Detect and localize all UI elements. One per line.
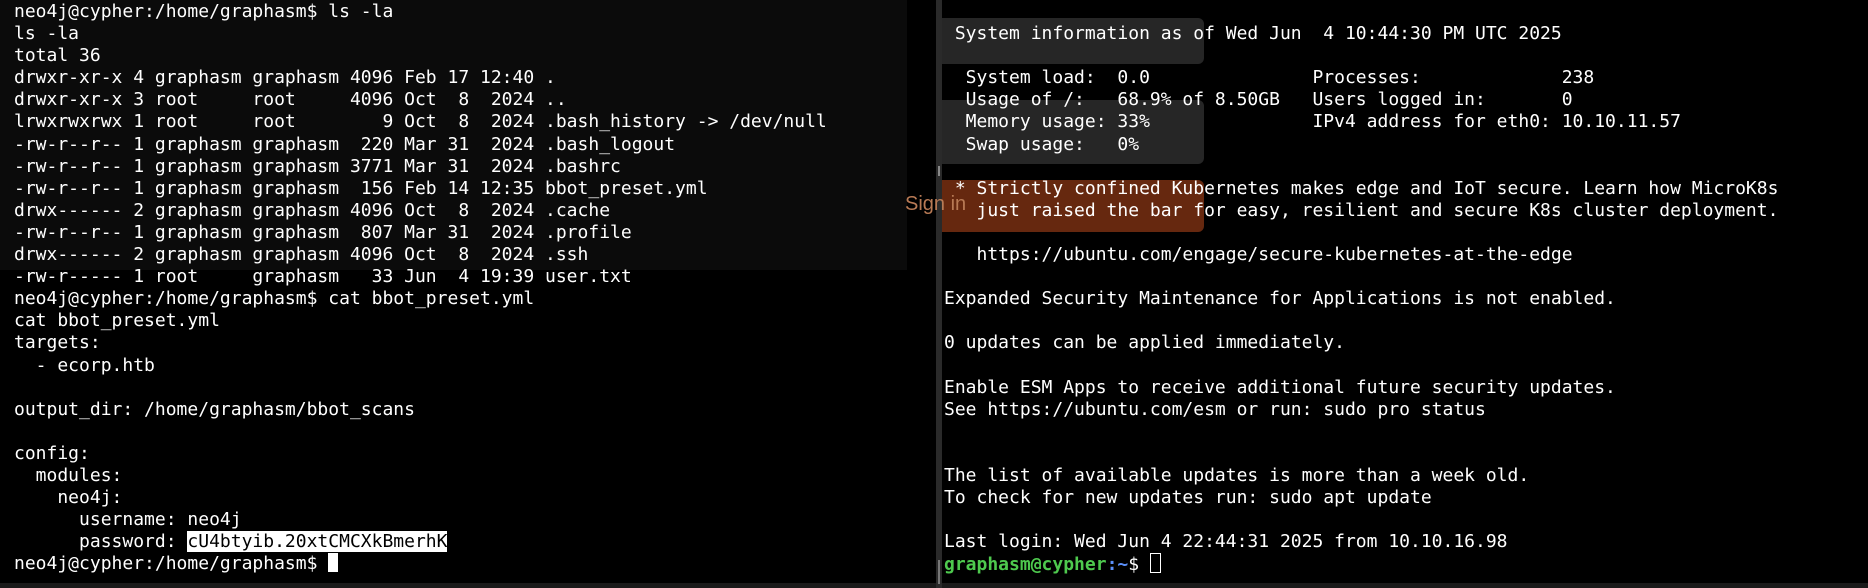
overlay-sign-in-text: Sign in [905,193,967,215]
terminal-line: Usage of /: 68.9% of 8.50GB Users logged… [944,89,1573,111]
terminal-line: config: [14,442,90,464]
terminal-line: username: neo4j [14,509,242,531]
terminal-line: output_dir: /home/graphasm/bbot_scans [14,398,415,420]
prompt-symbol: $ [1128,554,1150,576]
terminal-line: neo4j: [14,487,123,509]
terminal-line: drwx------ 2 graphasm graphasm 4096 Oct … [14,244,589,266]
prompt-user: graphasm@cypher [944,554,1107,576]
terminal-line: drwxr-xr-x 3 root root 4096 Oct 8 2024 .… [14,89,567,111]
terminal-line: neo4j@cypher:/home/graphasm$ ls -la [14,1,394,22]
terminal-line: ls -la [14,23,80,45]
cursor [328,553,339,573]
terminal-line: * Strictly confined Kubernetes makes edg… [944,177,1779,199]
cursor [1149,553,1161,574]
terminal-line: -rw-r--r-- 1 graphasm graphasm 220 Mar 3… [14,133,676,155]
terminal-line: -rw-r--r-- 1 graphasm graphasm 807 Mar 3… [14,221,632,243]
terminal-line: modules: [14,464,123,486]
terminal-line: total 36 [14,45,101,67]
prompt-path: :~ [1106,554,1129,576]
terminal-line: See https://ubuntu.com/esm or run: sudo … [944,398,1486,420]
shell-prompt: neo4j@cypher:/home/graphasm$ [14,553,329,575]
password-line: password: cU4btyib.20xtCMCXkBmerhK [14,531,827,553]
terminal-line: cat bbot_preset.yml [14,310,220,332]
terminal-line: lrwxrwxrwx 1 root root 9 Oct 8 2024 .bas… [14,111,827,133]
terminal-line: Memory usage: 33% IPv4 address for eth0:… [944,111,1681,133]
terminal-line: Last login: Wed Jun 4 22:44:31 2025 from… [944,531,1508,553]
password-value-selected[interactable]: cU4btyib.20xtCMCXkBmerhK [187,531,448,553]
terminal-line: -rw-r--r-- 1 graphasm graphasm 3771 Mar … [14,155,621,177]
right-terminal-output: System information as of Wed Jun 4 10:44… [944,1,1778,575]
terminal-line: -rw-r--r-- 1 graphasm graphasm 156 Feb 1… [14,177,708,199]
terminal-line: -rw-r----- 1 root graphasm 33 Jun 4 19:3… [14,266,632,288]
terminal-line: - ecorp.htb [14,354,155,376]
divider-notch [938,166,940,176]
terminal-line: drwx------ 2 graphasm graphasm 4096 Oct … [14,199,611,221]
terminal-line: The list of available updates is more th… [944,464,1530,486]
terminal-line: 0 updates can be applied immediately. [944,332,1345,354]
terminal-line: Enable ESM Apps to receive additional fu… [944,376,1616,398]
terminal-line: Expanded Security Maintenance for Applic… [944,288,1616,310]
prompt-line[interactable]: neo4j@cypher:/home/graphasm$ [14,553,827,575]
prompt-line[interactable]: graphasm@cypher:~$ [944,553,1778,575]
terminal-line: targets: [14,332,101,354]
terminal-line: Swap usage: 0% [944,133,1140,155]
terminal-line: System information as of Wed Jun 4 10:44… [944,23,1562,45]
left-terminal-output: neo4j@cypher:/home/graphasm$ ls -la ls -l… [14,1,827,575]
left-terminal-pane[interactable]: neo4j@cypher:/home/graphasm$ ls -la ls -l… [0,0,936,583]
terminal-line: https://ubuntu.com/engage/secure-kuberne… [944,244,1573,266]
terminal-line: just raised the bar for easy, resilient … [944,199,1779,221]
terminal-line: neo4j@cypher:/home/graphasm$ cat bbot_pr… [14,288,535,310]
terminal-line: drwxr-xr-x 4 graphasm graphasm 4096 Feb … [14,67,556,89]
terminal-line: To check for new updates run: sudo apt u… [944,487,1432,509]
terminal-line: System load: 0.0 Processes: 238 [944,67,1595,89]
right-terminal-pane[interactable]: System information as of Wed Jun 4 10:44… [942,0,1868,583]
password-label: password: [14,531,188,553]
resize-handle[interactable] [938,560,940,584]
